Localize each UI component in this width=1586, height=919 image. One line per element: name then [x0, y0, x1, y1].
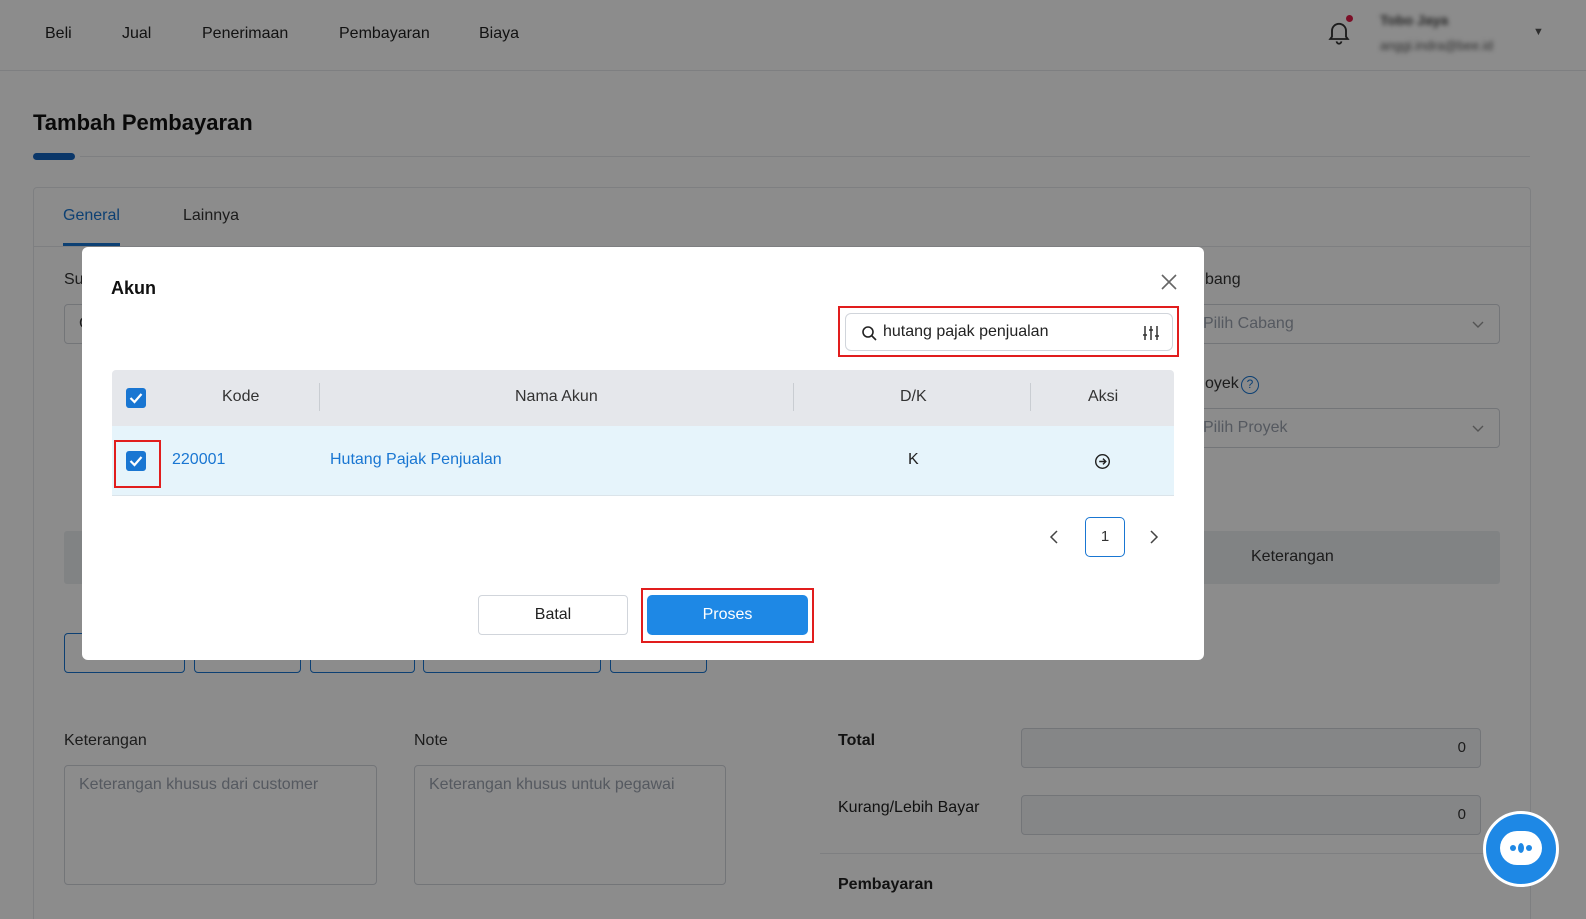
select-all-checkbox[interactable] [126, 388, 146, 408]
akun-modal: Akun Kode Nama Akun D/K Aksi 220001 Huta… [82, 247, 1204, 660]
akun-nama[interactable]: Hutang Pajak Penjualan [330, 451, 502, 469]
checkbox-highlight [114, 440, 161, 488]
check-icon [129, 393, 143, 404]
chat-bubble [1500, 831, 1542, 865]
close-icon[interactable] [1159, 272, 1179, 292]
column-separator [1030, 383, 1031, 411]
column-header-kode: Kode [222, 388, 260, 405]
akun-kode[interactable]: 220001 [172, 451, 225, 469]
search-box[interactable] [845, 313, 1173, 351]
chat-dot [1510, 845, 1516, 851]
cancel-button[interactable]: Batal [478, 595, 628, 635]
akun-table-header: Kode Nama Akun D/K Aksi [112, 370, 1174, 426]
chat-icon[interactable] [1483, 811, 1559, 887]
modal-title: Akun [111, 278, 156, 298]
column-header-aksi: Aksi [1088, 388, 1119, 405]
column-header-dk: D/K [900, 388, 927, 405]
chat-dot [1518, 843, 1524, 853]
chevron-left-icon[interactable] [1044, 526, 1064, 548]
pagination-page[interactable]: 1 [1085, 517, 1125, 557]
column-header-nama-akun: Nama Akun [515, 388, 598, 405]
column-separator [793, 383, 794, 411]
proses-button[interactable]: Proses [647, 595, 808, 635]
chevron-right-icon[interactable] [1144, 526, 1164, 548]
filter-icon[interactable] [1142, 324, 1160, 342]
search-input[interactable] [883, 320, 1133, 344]
akun-dk: K [908, 451, 919, 468]
chat-dot [1526, 845, 1532, 851]
arrow-right-circle-icon[interactable] [1094, 453, 1111, 470]
search-icon [862, 326, 877, 341]
column-separator [319, 383, 320, 411]
table-row[interactable]: 220001 Hutang Pajak Penjualan K [112, 426, 1174, 496]
